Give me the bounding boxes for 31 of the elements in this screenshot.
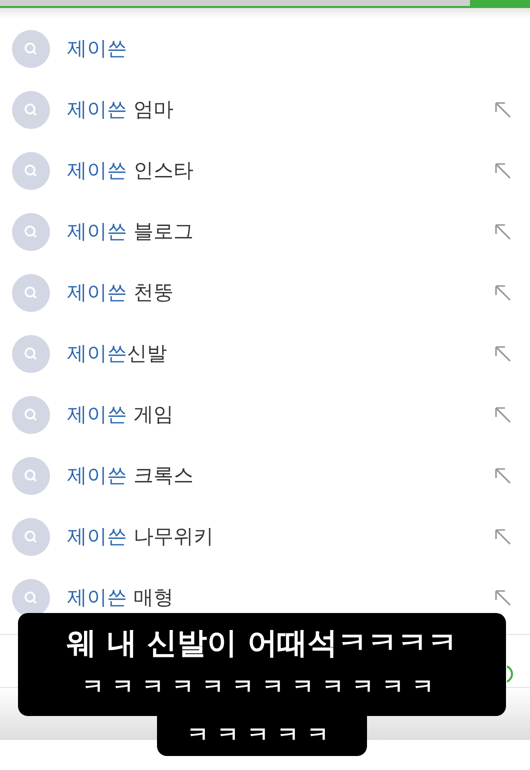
arrow-icon[interactable] [494,284,512,302]
suggestion-item[interactable]: 제이쓴 크록스 [67,462,494,489]
suggestion-item[interactable]: 제이쓴 매형 [67,584,494,611]
search-icon [12,152,50,190]
search-icon [12,90,50,128]
suggestion-item[interactable]: 제이쓴 엄마 [67,96,494,123]
search-icon [12,456,50,494]
arrow-icon[interactable] [494,222,512,240]
arrow-icon[interactable] [494,406,512,424]
caption-text: ㅋㅋㅋㅋㅋㅋㅋㅋㅋㅋㅋㅋ [18,668,506,716]
arrow-icon[interactable] [494,466,512,484]
suggestion-item[interactable]: 제이쓴 [67,35,512,62]
suggestion-item[interactable]: 제이쓴 블로그 [67,218,494,245]
arrow-icon[interactable] [494,162,512,180]
arrow-icon[interactable] [494,100,512,118]
caption-text: 웨 내 신발이 어때석ㅋㅋㅋㅋ [18,613,506,668]
arrow-icon[interactable] [494,528,512,546]
suggestion-item[interactable]: 제이쓴 천뚱 [67,279,494,306]
search-icon [12,30,50,68]
arrow-icon[interactable] [494,344,512,362]
search-icon [12,396,50,434]
search-icon [12,578,50,616]
suggestion-item[interactable]: 제이쓴신발 [67,340,494,367]
arrow-icon[interactable] [494,588,512,606]
suggestion-item[interactable]: 제이쓴 인스타 [67,157,494,184]
search-icon [12,274,50,312]
search-icon [12,334,50,372]
suggestion-item[interactable]: 제이쓴 나무위키 [67,523,494,550]
search-icon [12,518,50,556]
search-icon [12,212,50,250]
suggestion-item[interactable]: 제이쓴 게임 [67,401,494,428]
